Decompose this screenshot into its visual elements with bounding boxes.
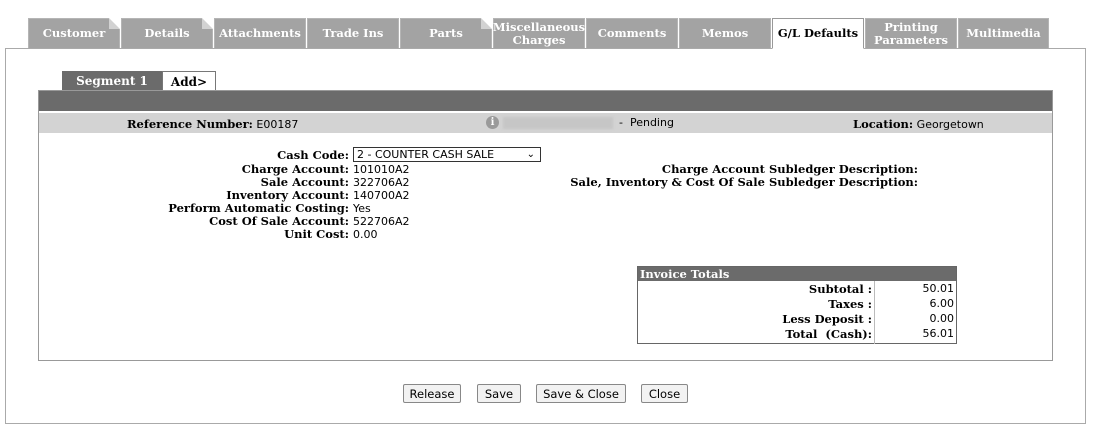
main-tab-bar: Customer Details Attachments Trade Ins P… — [28, 18, 1050, 49]
taxes-row: Taxes : 6.00 — [638, 297, 956, 311]
total-value: 56.01 — [922, 327, 955, 340]
location: Location: Georgetown — [853, 117, 984, 131]
tab-trade-ins[interactable]: Trade Ins — [307, 18, 399, 48]
save-button[interactable]: Save — [477, 384, 521, 403]
reference-number-label: Reference Number: — [127, 117, 253, 131]
customer-status: i - Pending — [486, 116, 674, 129]
invoice-totals-title: Invoice Totals — [638, 267, 956, 281]
sale-subledger-row: Sale, Inventory & Cost Of Sale Subledger… — [39, 176, 918, 189]
taxes-value: 6.00 — [929, 297, 955, 310]
tab-miscellaneous-charges[interactable]: Miscellaneous Charges — [493, 18, 585, 48]
cash-code-row: Cash Code: — [39, 149, 349, 162]
sale-subledger-label: Sale, Inventory & Cost Of Sale Subledger… — [570, 175, 918, 189]
release-button[interactable]: Release — [403, 384, 461, 403]
subtotal-value: 50.01 — [922, 282, 955, 295]
taxes-label: Taxes : — [828, 297, 872, 311]
tab-customer[interactable]: Customer — [28, 18, 120, 48]
total-label: Total (Cash): — [785, 327, 872, 341]
reference-number: Reference Number: E00187 — [127, 117, 298, 131]
unit-cost-value: 0.00 — [353, 228, 378, 241]
tab-details[interactable]: Details — [121, 18, 213, 48]
segment-tab-bar: Segment 1 Add> — [62, 71, 216, 91]
tab-memos[interactable]: Memos — [679, 18, 771, 48]
cash-code-label: Cash Code: — [277, 148, 349, 162]
total-row: Total (Cash): 56.01 — [638, 327, 956, 341]
tab-attachments[interactable]: Attachments — [214, 18, 306, 48]
tab-comments[interactable]: Comments — [586, 18, 678, 48]
segment-panel: Reference Number: E00187 i - Pending Loc… — [38, 90, 1053, 361]
close-button[interactable]: Close — [641, 384, 688, 403]
cash-code-select[interactable]: 2 - COUNTER CASH SALE ⌄ — [353, 147, 541, 162]
inventory-account-value: 140700A2 — [353, 189, 410, 202]
tab-gl-defaults[interactable]: G/L Defaults — [772, 18, 864, 49]
subtotal-row: Subtotal : 50.01 — [638, 282, 956, 296]
panel-header-bar — [39, 91, 1052, 111]
cost-of-sale-value: 522706A2 — [353, 215, 410, 228]
subtotal-label: Subtotal : — [808, 282, 872, 296]
deposit-value: 0.00 — [929, 312, 955, 325]
redacted-customer-name — [503, 116, 613, 129]
chevron-down-icon: ⌄ — [526, 149, 535, 160]
tab-printing-parameters[interactable]: Printing Parameters — [865, 18, 957, 48]
unit-cost-label: Unit Cost: — [284, 227, 349, 241]
tab-parts[interactable]: Parts — [400, 18, 492, 48]
deposit-row: Less Deposit : 0.00 — [638, 312, 956, 326]
status-dash: - — [619, 116, 630, 129]
location-value: Georgetown — [916, 118, 984, 131]
unit-cost-row: Unit Cost: — [39, 228, 349, 241]
location-label: Location: — [853, 117, 914, 131]
reference-number-value: E00187 — [256, 118, 299, 131]
info-icon[interactable]: i — [486, 116, 499, 129]
save-and-close-button[interactable]: Save & Close — [536, 384, 626, 403]
cash-code-selected-value: 2 - COUNTER CASH SALE — [357, 148, 495, 161]
reference-bar: Reference Number: E00187 i - Pending Loc… — [39, 113, 1052, 133]
status-text: Pending — [629, 116, 674, 129]
tab-multimedia[interactable]: Multimedia — [958, 18, 1049, 48]
auto-costing-value: Yes — [353, 202, 371, 215]
segment-tab-1[interactable]: Segment 1 — [62, 71, 162, 91]
invoice-totals-box: Invoice Totals Subtotal : 50.01 Taxes : … — [637, 266, 957, 344]
deposit-label: Less Deposit : — [782, 312, 872, 326]
add-segment-tab[interactable]: Add> — [162, 71, 216, 91]
